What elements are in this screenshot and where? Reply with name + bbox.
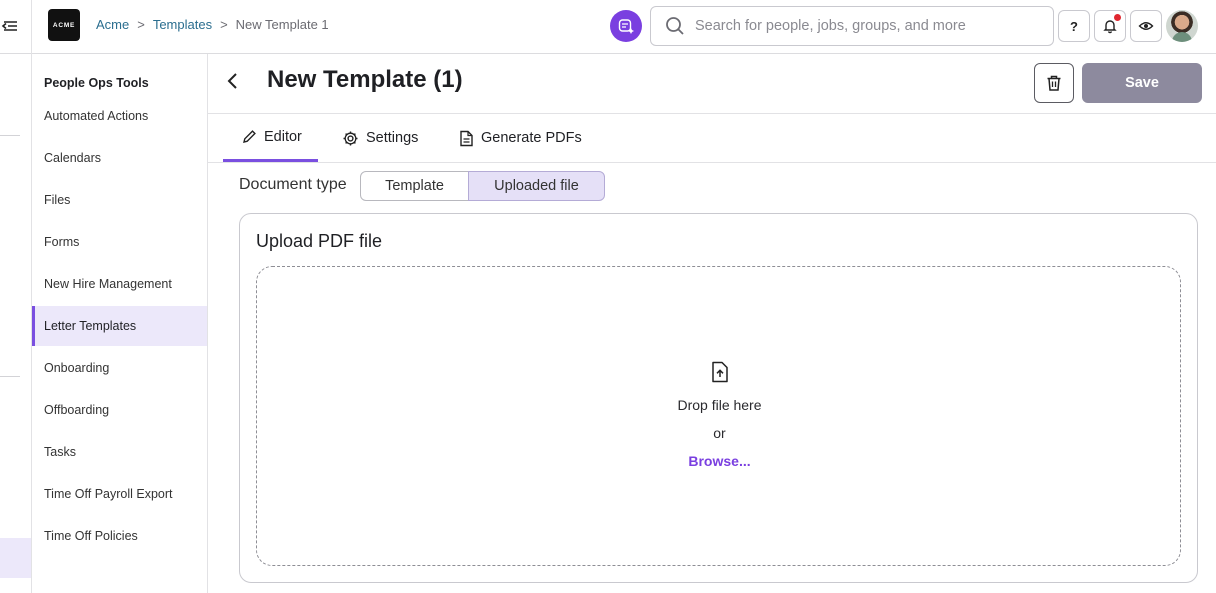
tab-settings[interactable]: Settings xyxy=(342,114,418,162)
tab-generate-pdfs-label: Generate PDFs xyxy=(481,130,582,146)
logo-text: ACME xyxy=(52,21,76,29)
rail-divider xyxy=(0,376,20,377)
tab-bar: Editor Settings Generate PDFs xyxy=(208,114,1216,163)
sidebar-item-onboarding[interactable]: Onboarding xyxy=(32,348,207,388)
notifications-button[interactable] xyxy=(1094,10,1126,42)
sidebar-item-offboarding[interactable]: Offboarding xyxy=(32,390,207,430)
upload-card: Upload PDF file Drop file here or Browse… xyxy=(239,213,1198,583)
avatar-shoulders xyxy=(1172,32,1192,42)
collapse-menu-icon[interactable] xyxy=(0,17,18,35)
pencil-icon xyxy=(243,130,256,143)
document-type-label: Document type xyxy=(239,176,347,193)
document-type-uploaded-file-option[interactable]: Uploaded file xyxy=(468,171,605,201)
notification-dot xyxy=(1114,14,1121,21)
sidebar-title: People Ops Tools xyxy=(44,76,149,90)
sidebar-item-time-off-policies[interactable]: Time Off Policies xyxy=(32,516,207,556)
breadcrumb-link-templates[interactable]: Templates xyxy=(153,17,212,32)
sidebar-item-calendars[interactable]: Calendars xyxy=(32,138,207,178)
user-avatar[interactable] xyxy=(1166,10,1198,42)
ai-assistant-button[interactable] xyxy=(610,10,642,42)
file-upload-icon xyxy=(712,361,728,383)
question-mark-icon: ? xyxy=(1070,18,1078,34)
gear-icon xyxy=(343,131,358,145)
drop-file-text: Drop file here xyxy=(677,397,762,413)
upload-card-title: Upload PDF file xyxy=(256,231,383,251)
sidebar: People Ops Tools Automated Actions Calen… xyxy=(32,54,208,593)
sidebar-item-tasks[interactable]: Tasks xyxy=(32,432,207,472)
sidebar-item-forms[interactable]: Forms xyxy=(32,222,207,262)
sidebar-item-files[interactable]: Files xyxy=(32,180,207,220)
title-row: New Template (1) Save xyxy=(208,54,1216,114)
eye-icon xyxy=(1138,22,1154,30)
file-dropzone[interactable]: Drop file here or Browse... xyxy=(256,266,1181,566)
chevron-left-icon[interactable] xyxy=(222,70,244,92)
breadcrumb-separator: > xyxy=(137,17,145,32)
delete-button[interactable] xyxy=(1034,63,1074,103)
sidebar-item-time-off-payroll-export[interactable]: Time Off Payroll Export xyxy=(32,474,207,514)
search-icon xyxy=(666,17,684,35)
help-button[interactable]: ? xyxy=(1058,10,1090,42)
browse-link[interactable]: Browse... xyxy=(257,453,1182,469)
document-icon xyxy=(460,130,473,146)
preview-button[interactable] xyxy=(1130,10,1162,42)
breadcrumb-current: New Template 1 xyxy=(235,17,329,32)
save-button[interactable]: Save xyxy=(1082,63,1202,103)
main-content: New Template (1) Save Editor Settings Ge… xyxy=(208,54,1216,593)
top-bar: ACME Acme > Templates > New Template 1 ? xyxy=(0,0,1216,54)
rail-divider xyxy=(0,135,20,136)
sidebar-item-new-hire-management[interactable]: New Hire Management xyxy=(32,264,207,304)
tab-editor[interactable]: Editor xyxy=(223,114,318,162)
sidebar-item-letter-templates[interactable]: Letter Templates xyxy=(32,306,207,346)
document-type-template-option[interactable]: Template xyxy=(360,171,469,201)
tab-settings-label: Settings xyxy=(366,130,419,146)
page-title: New Template (1) xyxy=(267,66,463,93)
sidebar-item-automated-actions[interactable]: Automated Actions xyxy=(32,96,207,136)
sparkle-ai-icon xyxy=(618,19,634,34)
company-logo[interactable]: ACME xyxy=(48,9,80,41)
rail-active-item[interactable] xyxy=(0,538,31,578)
breadcrumb: Acme > Templates > New Template 1 xyxy=(96,17,329,32)
breadcrumb-link-acme[interactable]: Acme xyxy=(96,17,129,32)
global-search[interactable] xyxy=(650,6,1054,46)
tab-editor-label: Editor xyxy=(264,128,302,145)
trash-icon xyxy=(1047,75,1061,91)
breadcrumb-separator: > xyxy=(220,17,228,32)
search-input[interactable] xyxy=(695,18,1035,34)
tab-generate-pdfs[interactable]: Generate PDFs xyxy=(459,114,582,162)
or-text: or xyxy=(713,425,726,441)
